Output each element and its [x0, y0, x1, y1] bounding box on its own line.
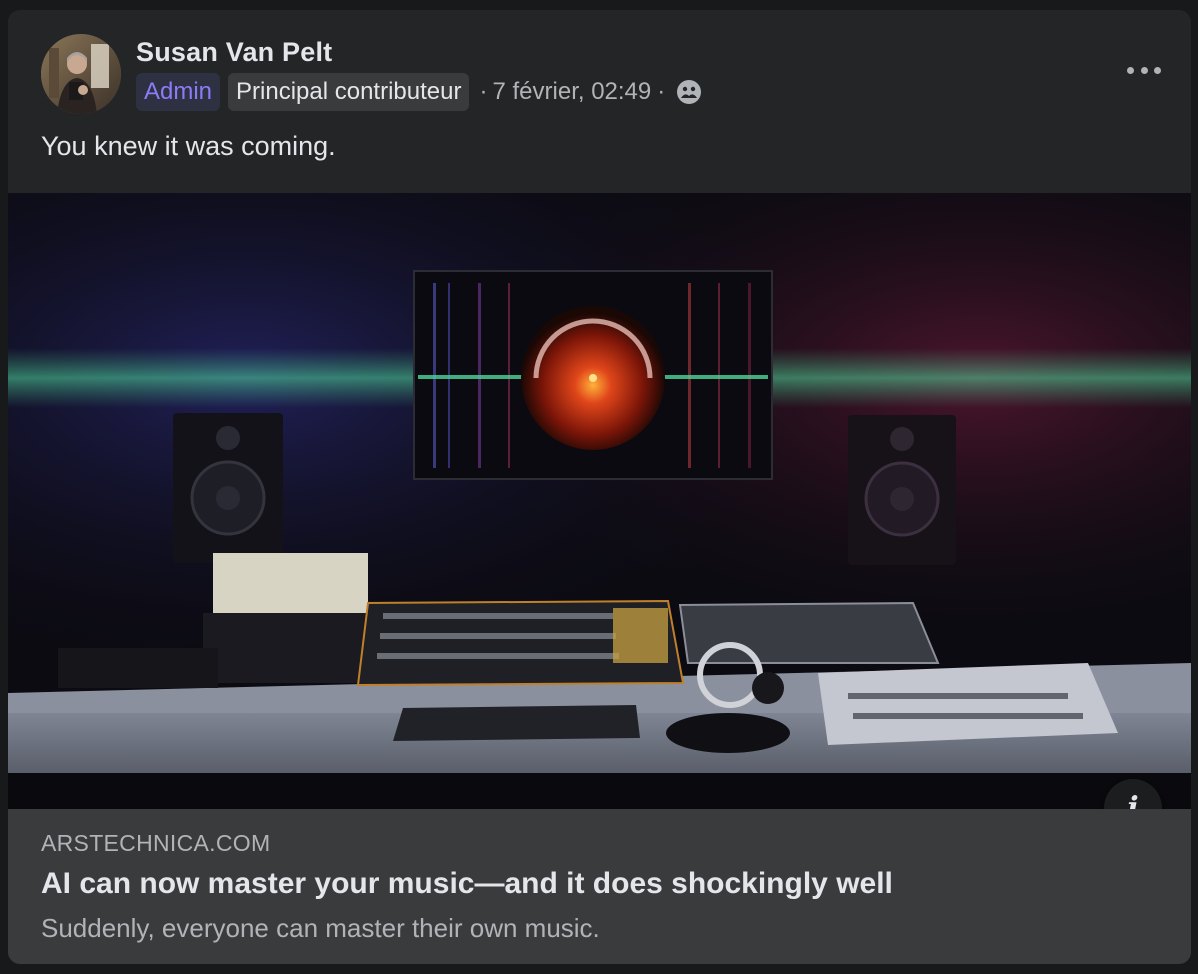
- link-description: Suddenly, everyone can master their own …: [41, 913, 600, 943]
- meta-separator: ·: [479, 78, 488, 105]
- post-timestamp[interactable]: 7 février, 02:49: [492, 78, 651, 106]
- more-options-icon[interactable]: [1127, 60, 1161, 80]
- post-text: You knew it was coming.: [41, 131, 336, 161]
- post-meta: Admin Principal contributeur · 7 février…: [136, 72, 702, 112]
- post-card: Susan Van Pelt Admin Principal contribut…: [8, 10, 1191, 964]
- post-image[interactable]: [8, 193, 1191, 809]
- author-name[interactable]: Susan Van Pelt: [136, 37, 332, 68]
- group-icon[interactable]: [676, 79, 702, 105]
- contributor-badge[interactable]: Principal contributeur: [228, 73, 470, 111]
- link-preview[interactable]: ARSTECHNICA.COM AI can now master your m…: [8, 809, 1191, 964]
- studio-photo: [8, 193, 1191, 809]
- link-title[interactable]: AI can now master your music—and it does…: [41, 867, 893, 901]
- link-domain: ARSTECHNICA.COM: [41, 830, 271, 856]
- meta-separator-2: ·: [657, 78, 666, 105]
- avatar-photo: [41, 34, 121, 114]
- avatar[interactable]: [41, 34, 121, 114]
- admin-badge[interactable]: Admin: [136, 73, 221, 111]
